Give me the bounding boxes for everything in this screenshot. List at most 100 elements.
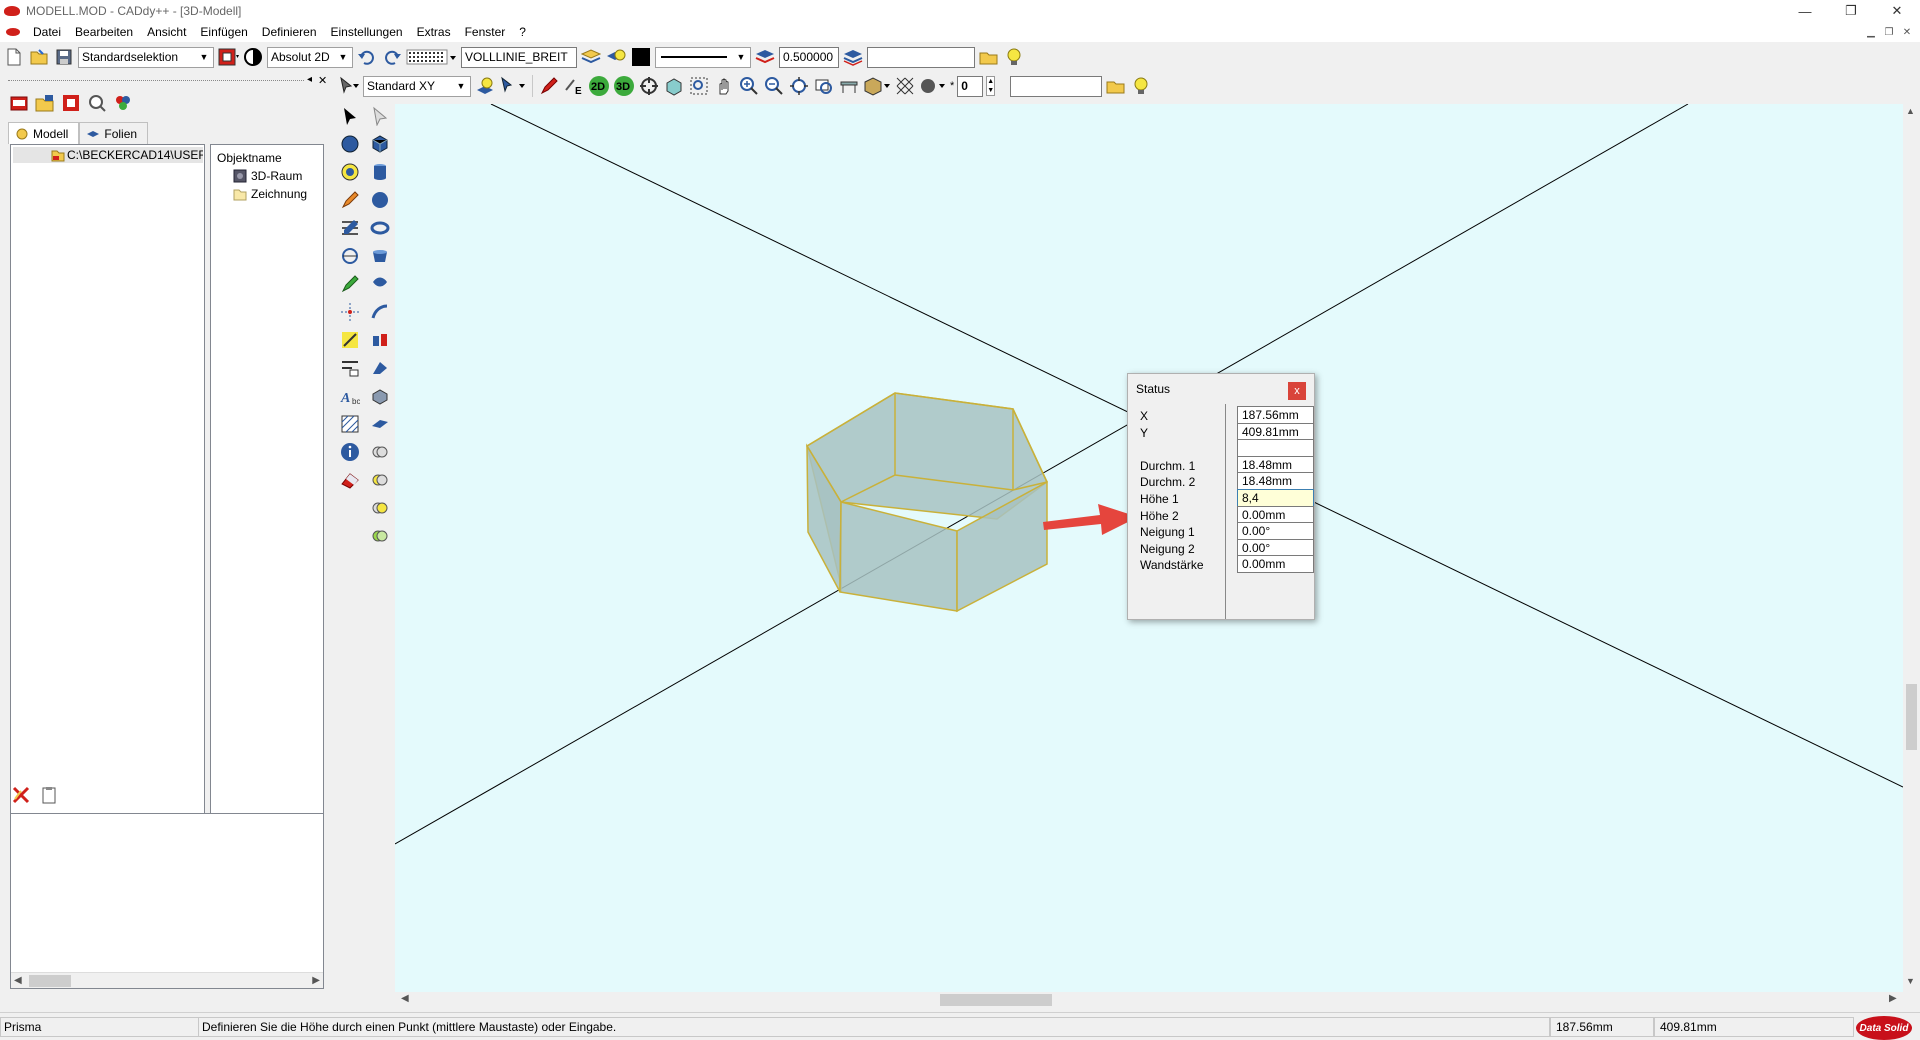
tab-modell[interactable]: Modell — [8, 122, 80, 144]
scroll-left-icon[interactable]: ◀ — [14, 975, 22, 986]
revolve-tool-icon[interactable] — [338, 160, 362, 184]
model-manager-icon[interactable] — [8, 92, 30, 114]
green-pencil-icon[interactable] — [338, 272, 362, 296]
menu-einfuegen[interactable]: Einfügen — [193, 25, 254, 39]
clipboard-icon[interactable] — [38, 784, 60, 806]
status-row-value-field[interactable]: 0.00mm — [1237, 505, 1314, 524]
layer-name-field[interactable] — [867, 46, 975, 68]
section-plane-icon[interactable] — [838, 75, 860, 97]
document-menu-icon[interactable] — [6, 28, 20, 36]
sweep-solid-icon[interactable] — [368, 300, 392, 324]
canvas-vscroll-thumb[interactable] — [1906, 684, 1917, 750]
select-arrow-light-icon[interactable] — [368, 104, 392, 128]
folders-icon[interactable] — [34, 92, 56, 114]
hatch-grid-icon[interactable] — [894, 75, 916, 97]
tree-root-item[interactable]: C:\BECKERCAD14\USER\M — [13, 147, 203, 163]
pan-hand-icon[interactable] — [713, 75, 735, 97]
view-cube-icon[interactable] — [663, 75, 685, 97]
status-row-value-field[interactable]: 0.00° — [1237, 522, 1314, 541]
snap-mode-icon[interactable] — [242, 46, 264, 68]
new-file-icon[interactable] — [3, 46, 25, 68]
shell-solid-icon[interactable] — [368, 384, 392, 408]
color-swatch[interactable] — [630, 46, 652, 68]
shading-cube-icon[interactable] — [863, 75, 891, 97]
line-type-field[interactable]: VOLLLINIE_BREIT — [461, 46, 577, 68]
light-bulb-icon[interactable] — [1003, 46, 1025, 68]
select-arrow-icon[interactable] — [338, 104, 362, 128]
text-tool-icon[interactable]: Abc — [338, 384, 362, 408]
extrude-solid-icon[interactable] — [368, 272, 392, 296]
object-item-zeichnung[interactable]: Zeichnung — [233, 187, 307, 201]
hatch-tool-icon[interactable] — [338, 412, 362, 436]
sphere-solid-icon[interactable] — [368, 188, 392, 212]
selection-mode-select[interactable]: Standardselektion ▼ — [78, 46, 214, 68]
union-bool-icon[interactable] — [368, 440, 392, 464]
doc-restore-button[interactable]: ❐ — [1880, 22, 1898, 42]
intersect-bool-icon[interactable] — [368, 496, 392, 520]
separate-bool-icon[interactable] — [368, 524, 392, 548]
layer-manager-icon[interactable] — [978, 46, 1000, 68]
maximize-button[interactable]: ❐ — [1828, 0, 1874, 22]
canvas-hscroll-thumb[interactable] — [940, 994, 1052, 1006]
menu-extras[interactable]: Extras — [410, 25, 458, 39]
scroll-right-icon[interactable]: ▶ — [1889, 993, 1897, 1004]
undo-icon[interactable] — [356, 46, 378, 68]
status-row-value-field[interactable]: 409.81mm — [1237, 422, 1314, 441]
subtract-bool-icon[interactable] — [368, 468, 392, 492]
menu-einstellungen[interactable]: Einstellungen — [324, 25, 410, 39]
drawing-manager-icon[interactable] — [60, 92, 82, 114]
torus-solid-icon[interactable] — [368, 216, 392, 240]
line-style-select[interactable]: ▼ — [655, 46, 751, 68]
canvas-vscrollbar[interactable]: ▲ ▼ — [1903, 104, 1920, 992]
view-2d-button[interactable]: 2D — [588, 75, 610, 97]
sphere-tool-icon[interactable] — [338, 132, 362, 156]
eraser-tool-icon[interactable] — [338, 468, 362, 492]
zoom-out-icon[interactable] — [763, 75, 785, 97]
view-3d-button[interactable]: 3D — [613, 75, 635, 97]
layer-folder-icon[interactable] — [580, 46, 602, 68]
status-row-value-field[interactable]: 0.00° — [1237, 538, 1314, 557]
zoom-previous-icon[interactable] — [813, 75, 835, 97]
panel-close-icon[interactable]: ✕ — [318, 74, 327, 87]
transform-tool-icon[interactable] — [338, 244, 362, 268]
prism-solid-icon[interactable] — [368, 244, 392, 268]
render-sphere-icon[interactable] — [919, 75, 947, 97]
plane-bulb-icon[interactable] — [474, 75, 496, 97]
bottom-hscrollbar[interactable]: ◀ ▶ — [11, 972, 323, 988]
minimize-button[interactable]: — — [1782, 0, 1828, 22]
object-item-3d-raum[interactable]: 3D-Raum — [233, 169, 302, 183]
model-tree[interactable]: C:\BECKERCAD14\USER\M ◀ ▶ — [10, 144, 205, 851]
rotate-view-icon[interactable] — [638, 75, 660, 97]
property-list[interactable]: ◀ ▶ — [10, 813, 324, 989]
status-row-value-field[interactable]: 18.48mm — [1237, 455, 1314, 474]
status-row-value-field[interactable]: 0.00mm — [1237, 555, 1314, 574]
dimension-tool-icon[interactable] — [338, 328, 362, 352]
cylinder-solid-icon[interactable] — [368, 160, 392, 184]
menu-datei[interactable]: Datei — [26, 25, 68, 39]
box-solid-icon[interactable] — [368, 132, 392, 156]
layers-icon[interactable] — [754, 46, 776, 68]
doc-minimize-button[interactable]: ▁ — [1862, 22, 1880, 42]
coord-mode-select[interactable]: Absolut 2D ▼ — [267, 46, 353, 68]
status-row-value-field[interactable]: 187.56mm — [1237, 406, 1314, 424]
color-palette-icon[interactable] — [112, 92, 134, 114]
layer-bulb-icon[interactable] — [605, 46, 627, 68]
tab-folien[interactable]: Folien — [79, 122, 149, 144]
status-row-value-field[interactable]: 8,4 — [1237, 489, 1314, 507]
loft-solid-icon[interactable] — [368, 328, 392, 352]
line-width-field[interactable]: 0.500000 — [779, 46, 839, 68]
view-cursor-icon[interactable] — [338, 75, 360, 97]
object-list[interactable]: Objektname 3D-Raum Zeichnung — [210, 144, 324, 851]
pencil-red-icon[interactable] — [538, 75, 560, 97]
scroll-left-icon[interactable]: ◀ — [401, 993, 409, 1004]
panel-gripper[interactable] — [8, 80, 304, 81]
spin-value-field[interactable]: 0 — [957, 75, 984, 97]
status-dialog-close-button[interactable]: x — [1288, 382, 1306, 400]
select-frame-icon[interactable] — [217, 46, 239, 68]
bottom-hscroll-thumb[interactable] — [29, 975, 71, 987]
view-bulb-icon[interactable] — [1130, 75, 1152, 97]
close-button[interactable]: ✕ — [1874, 0, 1920, 22]
view-name-field[interactable] — [1010, 75, 1103, 97]
doc-close-button[interactable]: ✕ — [1898, 22, 1916, 42]
open-folder-icon[interactable] — [28, 46, 50, 68]
